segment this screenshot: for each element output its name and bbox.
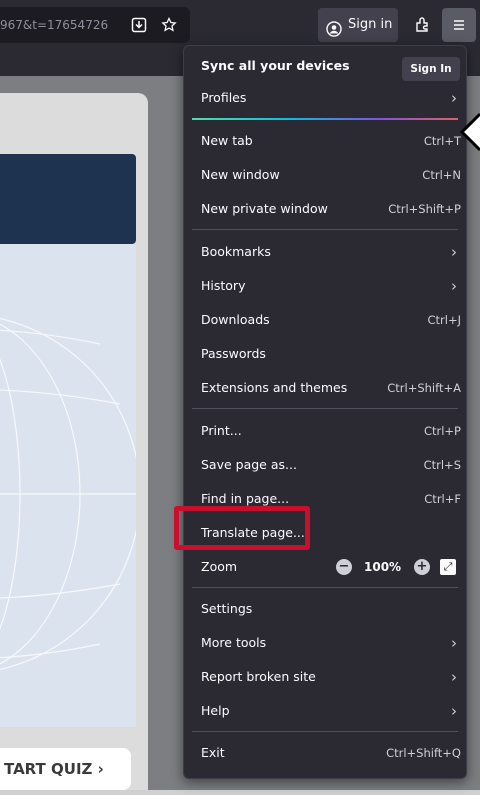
menu-item-shortcut: Ctrl+N (422, 168, 461, 182)
save-to-pocket-icon[interactable] (131, 17, 147, 33)
menu-item-label: New private window (201, 201, 328, 216)
sign-in-button[interactable]: Sign in (318, 8, 398, 42)
hamburger-menu-icon[interactable] (442, 8, 476, 42)
menu-item-label: Settings (201, 601, 253, 616)
menu-item-help[interactable]: Help › (184, 694, 466, 728)
menu-item-label: Downloads (201, 312, 270, 327)
zoom-in-icon[interactable]: + (414, 559, 430, 575)
menu-item-label: Bookmarks (201, 244, 271, 259)
chevron-right-icon: › (451, 243, 457, 261)
menu-item-label: Report broken site (201, 669, 316, 684)
menu-item-new-window[interactable]: New window Ctrl+N (184, 158, 466, 192)
menu-item-label: More tools (201, 635, 267, 650)
menu-item-shortcut: Ctrl+T (423, 134, 461, 148)
menu-item-save-page-as[interactable]: Save page as... Ctrl+S (184, 448, 466, 482)
translate-highlight-box (174, 506, 310, 550)
menu-item-passwords[interactable]: Passwords (184, 337, 466, 371)
menu-item-shortcut: Ctrl+S (423, 458, 461, 472)
menu-item-label: Exit (201, 745, 225, 760)
menu-item-profiles[interactable]: Profiles › (184, 81, 466, 115)
sign-in-label: Sign in (348, 17, 393, 32)
url-bar[interactable]: 967&t=17654726 (0, 7, 190, 43)
menu-item-shortcut: Ctrl+Shift+A (387, 381, 461, 395)
chevron-right-icon: › (451, 89, 457, 107)
menu-item-new-private-window[interactable]: New private window Ctrl+Shift+P (184, 192, 466, 226)
chevron-right-icon: › (451, 634, 457, 652)
menu-item-shortcut: Ctrl+J (427, 313, 462, 327)
menu-separator (192, 408, 458, 409)
sync-row: Sync all your devices Sign In (184, 49, 466, 83)
globe-graphic (0, 317, 136, 671)
extensions-icon[interactable] (406, 8, 440, 42)
menu-item-print[interactable]: Print... Ctrl+P (184, 414, 466, 448)
menu-item-label: New window (201, 167, 280, 182)
menu-item-label: Help (201, 703, 230, 718)
menu-item-extensions-themes[interactable]: Extensions and themes Ctrl+Shift+A (184, 371, 466, 405)
menu-item-shortcut: Ctrl+Shift+Q (386, 746, 461, 760)
menu-separator (192, 229, 458, 230)
menu-item-zoom: Zoom − 100% + ⤢ (184, 550, 466, 584)
zoom-level[interactable]: 100% (364, 550, 401, 584)
menu-item-downloads[interactable]: Downloads Ctrl+J (184, 303, 466, 337)
menu-separator (192, 118, 458, 120)
zoom-controls: − 100% + ⤢ (332, 550, 462, 584)
menu-item-more-tools[interactable]: More tools › (184, 626, 466, 660)
menu-item-label: Profiles (201, 90, 247, 105)
menu-item-exit[interactable]: Exit Ctrl+Shift+Q (184, 736, 466, 770)
browser-toolbar: 967&t=17654726 Sign in (0, 0, 480, 50)
page-banner (0, 154, 136, 244)
app-menu: Sync all your devices Sign In Profiles ›… (183, 45, 467, 779)
menu-item-label: History (201, 278, 246, 293)
chevron-right-icon: › (451, 702, 457, 720)
menu-item-new-tab[interactable]: New tab Ctrl+T (184, 124, 466, 158)
sync-title: Sync all your devices (201, 58, 350, 73)
menu-item-label: Print... (201, 423, 242, 438)
menu-item-history[interactable]: History › (184, 269, 466, 303)
page-globe-panel (0, 244, 136, 727)
menu-separator (192, 731, 458, 732)
menu-item-report-broken-site[interactable]: Report broken site › (184, 660, 466, 694)
menu-item-label: New tab (201, 133, 253, 148)
fullscreen-icon[interactable]: ⤢ (440, 559, 456, 575)
menu-separator (192, 587, 458, 588)
start-quiz-button[interactable]: TART QUIZ › (0, 748, 131, 790)
mouse-cursor-icon (458, 112, 480, 152)
bookmark-star-icon[interactable] (161, 16, 177, 33)
menu-item-label: Passwords (201, 346, 266, 361)
menu-item-bookmarks[interactable]: Bookmarks › (184, 235, 466, 269)
url-text[interactable]: 967&t=17654726 (0, 7, 120, 43)
chevron-right-icon: › (451, 668, 457, 686)
sync-sign-in-button[interactable]: Sign In (402, 57, 460, 81)
menu-item-label: Save page as... (201, 457, 297, 472)
menu-item-settings[interactable]: Settings (184, 592, 466, 626)
account-icon (326, 17, 342, 37)
menu-item-shortcut: Ctrl+F (424, 492, 461, 506)
menu-item-label: Extensions and themes (201, 380, 348, 395)
page-bottom-strip (0, 790, 480, 795)
menu-item-label: Zoom (201, 559, 238, 574)
menu-item-shortcut: Ctrl+Shift+P (388, 202, 461, 216)
chevron-right-icon: › (451, 277, 457, 295)
zoom-out-icon[interactable]: − (336, 559, 352, 575)
menu-item-shortcut: Ctrl+P (423, 424, 461, 438)
